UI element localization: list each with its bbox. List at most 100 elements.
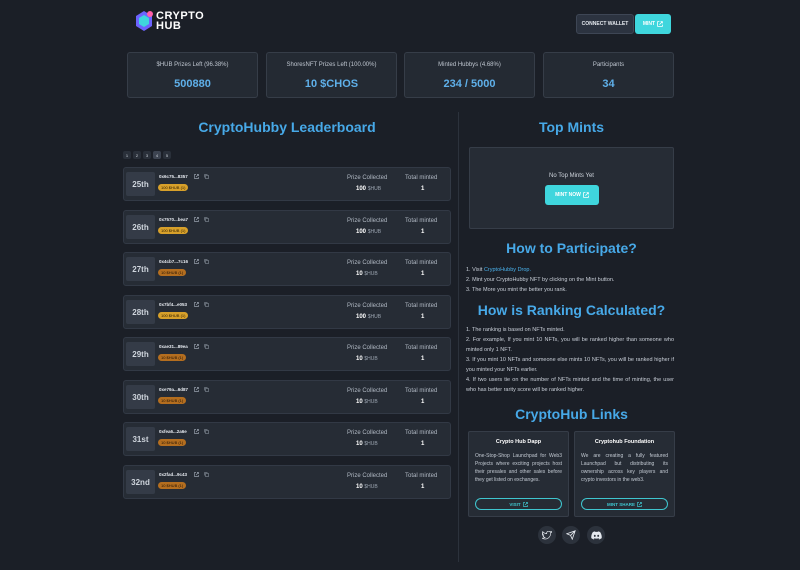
prize-header: Prize Collected — [347, 388, 388, 394]
card-title: Cryptohub Foundation — [594, 439, 655, 445]
stat-shores-prizes: ShoresNFT Prizes Left (100.00%) 10 $CHOS — [266, 52, 397, 98]
top-mints-empty-text: No Top Mints Yet — [549, 173, 594, 179]
copy-icon[interactable] — [204, 217, 209, 222]
copy-icon[interactable] — [204, 344, 209, 349]
mint-now-button[interactable]: MINT NOW — [545, 185, 599, 205]
copy-icon[interactable] — [204, 174, 209, 179]
external-link-icon — [583, 192, 589, 198]
column-divider — [458, 112, 459, 562]
external-link-icon[interactable] — [194, 387, 199, 392]
stat-value: 10 $CHOS — [304, 78, 359, 90]
prize-badge: 10 $HUB (1) — [158, 482, 187, 489]
external-link-icon[interactable] — [194, 472, 199, 477]
minted-value: 1 — [421, 441, 425, 447]
prize-amount: 10 — [356, 271, 363, 277]
rank-badge: 27th — [126, 257, 155, 281]
step-2: 2. Mint your CryptoHubby NFT by clicking… — [466, 277, 615, 283]
copy-icon[interactable] — [204, 302, 209, 307]
page-button[interactable]: 5 — [163, 151, 171, 159]
external-link-icon[interactable] — [194, 429, 199, 434]
stat-label: $HUB Prizes Left (96.38%) — [156, 62, 229, 68]
card-crypto-hub-dapp: Crypto Hub Dapp One-Stop-Shop Launchpad … — [468, 431, 569, 517]
leaderboard-row: 30th 0xe79a...6d87 10 $HUB (1) Prize Collec… — [123, 380, 451, 414]
participate-title: How to Participate? — [506, 240, 637, 256]
pagination: 1 2 3 4 5 — [123, 151, 171, 159]
leaderboard-row: 25th 0x6c75...8357 100 $HUB (1) Prize Colle… — [123, 167, 451, 201]
step-1-text: 1. Visit — [466, 267, 484, 273]
card-description: We are creating a fully featured Launchp… — [581, 453, 668, 483]
leaderboard-row: 31st 0xfea6...2a6e 10 $HUB (1) Prize Collec… — [123, 422, 451, 456]
minted-value: 1 — [421, 484, 425, 490]
prize-value: 10 $HUB — [356, 484, 378, 490]
connect-wallet-button[interactable]: CONNECT WALLET — [576, 14, 634, 34]
copy-icon[interactable] — [204, 472, 209, 477]
minted-header: Total minted — [405, 473, 438, 479]
leaderboard-row: 32nd 0x2fad...9c43 10 $HUB (1) Prize Collec… — [123, 465, 451, 499]
prize-amount: 10 — [356, 441, 363, 447]
page-button[interactable]: 3 — [143, 151, 151, 159]
rank-badge: 32nd — [126, 470, 155, 494]
prize-header: Prize Collected — [347, 473, 388, 479]
copy-icon[interactable] — [204, 429, 209, 434]
telegram-icon[interactable] — [562, 526, 580, 544]
twitter-icon[interactable] — [538, 526, 556, 544]
mint-button[interactable]: MINT — [635, 14, 671, 34]
page-button-active[interactable]: 4 — [153, 151, 161, 159]
rank-badge: 25th — [126, 172, 155, 196]
minted-value: 1 — [421, 229, 425, 235]
mint-share-button[interactable]: MINT SHARE — [581, 498, 668, 510]
prize-amount: 100 — [356, 186, 367, 192]
wallet-address: 0xae31...89ea — [159, 344, 188, 349]
stats-bar: $HUB Prizes Left (96.38%) 500880 ShoresN… — [127, 52, 675, 98]
external-link-icon[interactable] — [194, 344, 199, 349]
copy-icon[interactable] — [204, 259, 209, 264]
prize-value: 10 $HUB — [356, 399, 378, 405]
prize-header: Prize Collected — [347, 430, 388, 436]
visit-label: VISIT — [509, 501, 521, 507]
prize-value: 10 $HUB — [356, 271, 378, 277]
visit-button[interactable]: VISIT — [475, 498, 562, 510]
external-link-icon — [522, 501, 528, 507]
prize-value: 10 $HUB — [356, 356, 378, 362]
prize-amount: 10 — [356, 484, 363, 490]
prize-unit: $HUB — [367, 229, 382, 235]
external-link-icon[interactable] — [194, 217, 199, 222]
external-link-icon[interactable] — [194, 174, 199, 179]
prize-unit: $HUB — [364, 441, 378, 447]
page-button[interactable]: 2 — [133, 151, 141, 159]
prize-value: 100 $HUB — [356, 314, 381, 320]
step-1: 1. Visit CryptoHubby Drop. — [466, 265, 674, 275]
prize-unit: $HUB — [364, 356, 378, 362]
links-title: CryptoHub Links — [515, 406, 628, 422]
cryptohubby-drop-link[interactable]: CryptoHubby Drop. — [484, 267, 531, 273]
external-link-icon[interactable] — [194, 259, 199, 264]
logo-line2: HUB — [156, 20, 182, 32]
logo[interactable]: CRYPTO HUB — [134, 9, 204, 35]
prize-value: 10 $HUB — [356, 441, 378, 447]
leaderboard-row: 28th 0x7bf4...e053 100 $HUB (1) Prize Colle… — [123, 295, 451, 329]
minted-header: Total minted — [405, 303, 438, 309]
minted-value: 1 — [421, 356, 425, 362]
prize-unit: $HUB — [367, 186, 382, 192]
mint-now-label: MINT NOW — [555, 192, 581, 198]
prize-badge: 100 $HUB (1) — [158, 227, 189, 234]
ranking-title: How is Ranking Calculated? — [477, 302, 666, 318]
prize-amount: 100 — [356, 314, 367, 320]
wallet-address: 0x2fad...9c43 — [159, 472, 188, 477]
prize-unit: $HUB — [364, 484, 378, 490]
discord-icon[interactable] — [587, 526, 605, 544]
rank-badge: 31st — [126, 427, 155, 451]
logo-text: CRYPTO HUB — [156, 11, 204, 32]
minted-value: 1 — [421, 271, 425, 277]
external-link-icon[interactable] — [194, 302, 199, 307]
card-cryptohub-foundation: Cryptohub Foundation We are creating a f… — [574, 431, 675, 517]
prize-amount: 10 — [356, 356, 363, 362]
wallet-address: 0x6c75...8357 — [159, 174, 188, 179]
step-3: 3. The More you mint the better you rank… — [466, 287, 567, 293]
prize-badge: 100 $HUB (1) — [158, 184, 189, 191]
wallet-address: 0xe79a...6d87 — [159, 387, 189, 392]
wallet-address: 0xfea6...2a6e — [159, 429, 187, 434]
page-button[interactable]: 1 — [123, 151, 131, 159]
copy-icon[interactable] — [204, 387, 209, 392]
minted-value: 1 — [421, 186, 425, 192]
